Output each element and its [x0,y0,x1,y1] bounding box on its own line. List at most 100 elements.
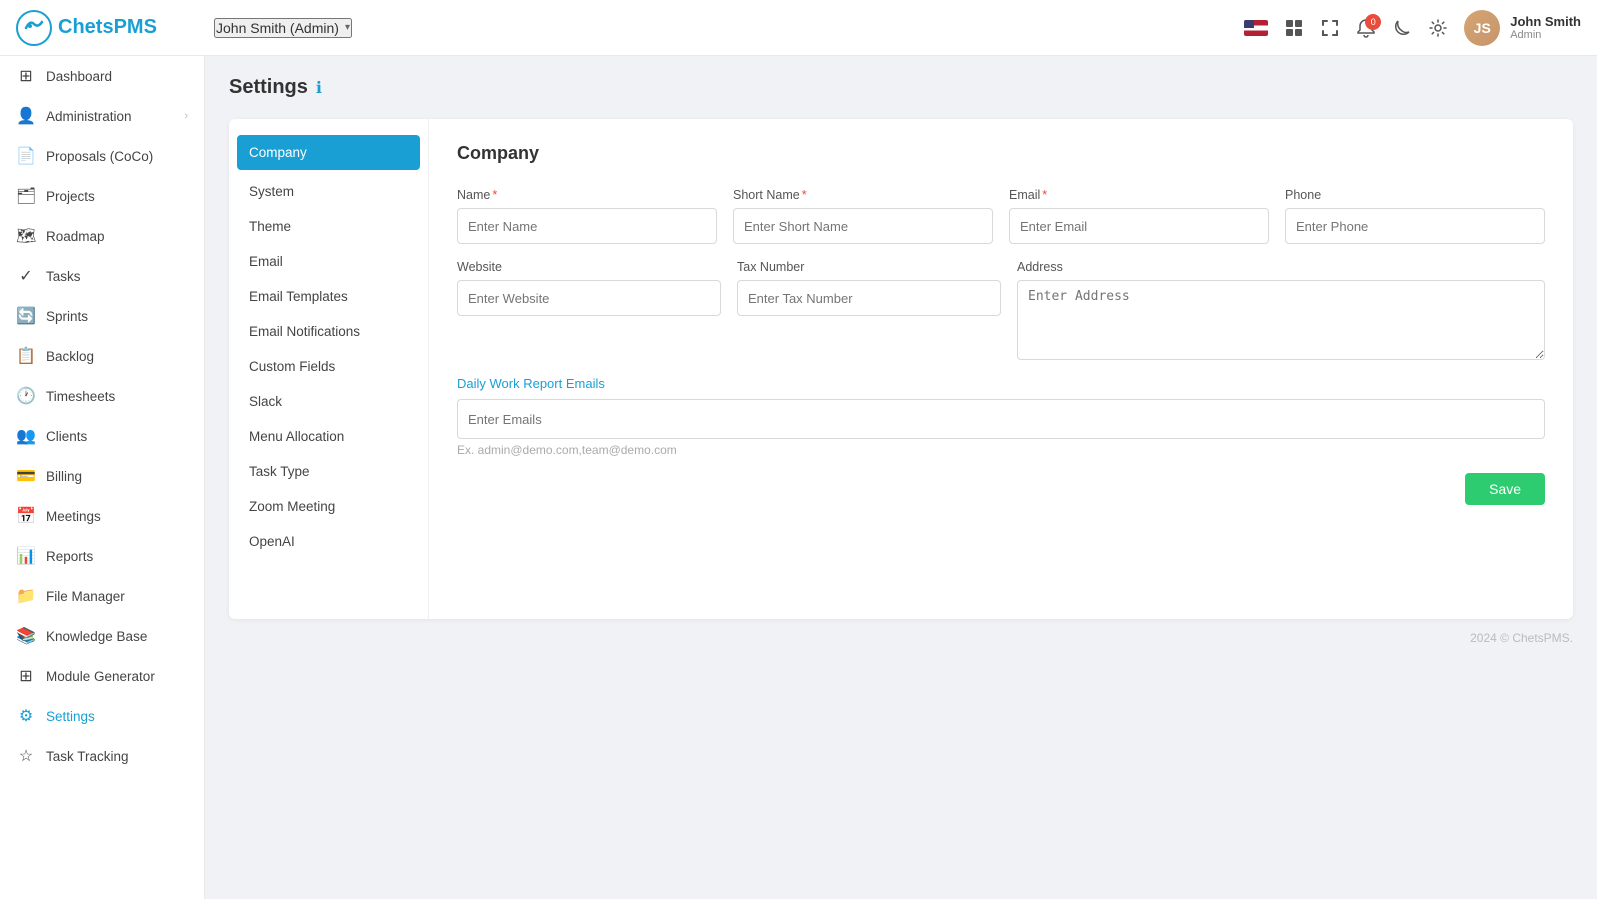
sidebar-item-tasks[interactable]: ✓ Tasks [0,256,204,296]
top-header: ChetsPMS John Smith (Admin) ▾ [0,0,1597,56]
sidebar-item-label: Roadmap [46,229,105,244]
short-name-input[interactable] [733,208,993,244]
phone-label: Phone [1285,188,1545,202]
sidebar-item-label: Proposals (CoCo) [46,149,153,164]
sidebar-item-label: Reports [46,549,93,564]
sidebar-item-clients[interactable]: 👥 Clients [0,416,204,456]
settings-icon: ⚙ [16,706,36,726]
tax-label: Tax Number [737,260,1001,274]
footer: 2024 © ChetsPMS. [229,619,1573,657]
settings-nav-email-templates[interactable]: Email Templates [229,279,428,314]
emails-input[interactable] [457,399,1545,439]
main-layout: ⊞ Dashboard 👤 Administration › 📄 Proposa… [0,56,1597,899]
email-input[interactable] [1009,208,1269,244]
settings-nav-task-type[interactable]: Task Type [229,454,428,489]
timesheets-icon: 🕐 [16,386,36,406]
sidebar-item-projects[interactable]: 🗂 Projects [0,176,204,216]
sidebar-item-roadmap[interactable]: 🗺 Roadmap [0,216,204,256]
required-star: * [802,188,807,202]
sidebar-item-label: Timesheets [46,389,115,404]
logo-icon [16,10,52,46]
sidebar-item-label: Clients [46,429,87,444]
form-group-address: Address [1017,260,1545,360]
sidebar-item-backlog[interactable]: 📋 Backlog [0,336,204,376]
settings-nav-email-notifications[interactable]: Email Notifications [229,314,428,349]
notification-button[interactable]: 0 [1356,18,1376,38]
user-profile[interactable]: JS John Smith Admin [1464,10,1581,46]
logo[interactable]: ChetsPMS [16,10,206,46]
save-button[interactable]: Save [1465,473,1545,505]
sidebar-item-dashboard[interactable]: ⊞ Dashboard [0,56,204,96]
sidebar-item-file-manager[interactable]: 📁 File Manager [0,576,204,616]
user-toggle-button[interactable]: John Smith (Admin) ▾ [214,18,352,38]
tax-input[interactable] [737,280,1001,316]
form-row-1: Name* Short Name* Email* [457,188,1545,244]
short-name-label: Short Name* [733,188,993,202]
notification-badge: 0 [1365,14,1381,30]
sidebar-item-knowledge-base[interactable]: 📚 Knowledge Base [0,616,204,656]
sidebar-item-reports[interactable]: 📊 Reports [0,536,204,576]
settings-nav-system[interactable]: System [229,174,428,209]
sidebar-item-billing[interactable]: 💳 Billing [0,456,204,496]
phone-input[interactable] [1285,208,1545,244]
email-label: Email* [1009,188,1269,202]
settings-nav-company[interactable]: Company [237,135,420,170]
chevron-right-icon: › [184,110,188,122]
page-header: Settings ℹ [229,76,1573,99]
proposals-icon: 📄 [16,146,36,166]
sidebar-item-module-generator[interactable]: ⊞ Module Generator [0,656,204,696]
gear-icon [1428,18,1448,38]
reports-icon: 📊 [16,546,36,566]
daily-report-label: Daily Work Report Emails [457,376,1545,391]
sidebar-item-timesheets[interactable]: 🕐 Timesheets [0,376,204,416]
sidebar-item-administration[interactable]: 👤 Administration › [0,96,204,136]
flag-button[interactable] [1244,20,1268,36]
sidebar-item-label: Sprints [46,309,88,324]
meetings-icon: 📅 [16,506,36,526]
sidebar-item-label: Administration [46,109,132,124]
moon-icon [1392,18,1412,38]
settings-gear-button[interactable] [1428,18,1448,38]
sidebar-item-label: Dashboard [46,69,112,84]
grid-button[interactable] [1284,18,1304,38]
grid-icon [1284,18,1304,38]
form-group-email: Email* [1009,188,1269,244]
user-role-label: Admin [1510,29,1581,41]
settings-nav-zoom-meeting[interactable]: Zoom Meeting [229,489,428,524]
sidebar: ⊞ Dashboard 👤 Administration › 📄 Proposa… [0,56,205,899]
clients-icon: 👥 [16,426,36,446]
sidebar-item-meetings[interactable]: 📅 Meetings [0,496,204,536]
sidebar-item-label: Tasks [46,269,81,284]
name-input[interactable] [457,208,717,244]
info-icon[interactable]: ℹ [316,78,322,98]
roadmap-icon: 🗺 [16,226,36,246]
form-group-phone: Phone [1285,188,1545,244]
settings-nav-slack[interactable]: Slack [229,384,428,419]
sidebar-item-proposals[interactable]: 📄 Proposals (CoCo) [0,136,204,176]
save-row: Save [457,473,1545,505]
sidebar-item-label: Knowledge Base [46,629,147,644]
sidebar-item-label: File Manager [46,589,125,604]
settings-nav-menu-allocation[interactable]: Menu Allocation [229,419,428,454]
form-row-2: Website Tax Number Address [457,260,1545,360]
address-textarea[interactable] [1017,280,1545,360]
hint-text: Ex. admin@demo.com,team@demo.com [457,443,1545,457]
dashboard-icon: ⊞ [16,66,36,86]
settings-nav-theme[interactable]: Theme [229,209,428,244]
required-star: * [492,188,497,202]
website-input[interactable] [457,280,721,316]
sidebar-item-label: Projects [46,189,95,204]
user-info: John Smith Admin [1510,14,1581,41]
settings-nav-openai[interactable]: OpenAI [229,524,428,559]
sidebar-item-settings[interactable]: ⚙ Settings [0,696,204,736]
sidebar-item-label: Module Generator [46,669,155,684]
dark-mode-button[interactable] [1392,18,1412,38]
sidebar-item-task-tracking[interactable]: ☆ Task Tracking [0,736,204,776]
settings-nav-email[interactable]: Email [229,244,428,279]
projects-icon: 🗂 [16,186,36,206]
settings-nav-custom-fields[interactable]: Custom Fields [229,349,428,384]
address-label: Address [1017,260,1545,274]
task-tracking-icon: ☆ [16,746,36,766]
sidebar-item-sprints[interactable]: 🔄 Sprints [0,296,204,336]
fullscreen-button[interactable] [1320,18,1340,38]
